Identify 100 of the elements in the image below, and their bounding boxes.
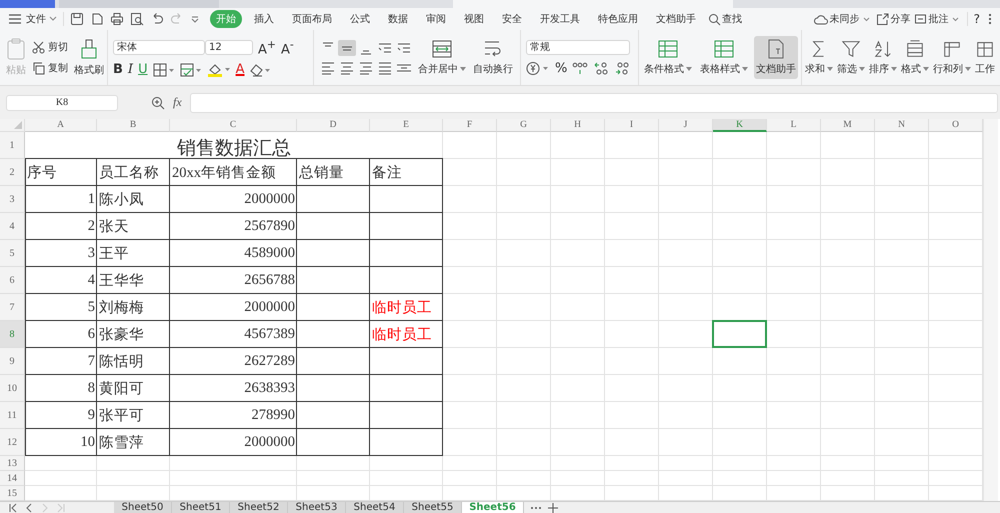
font-size-field[interactable]: 12: [205, 40, 253, 55]
shrink-font-button[interactable]: A$^{-}$: [280, 38, 294, 58]
row-header[interactable]: 15: [0, 486, 25, 501]
formula-input[interactable]: [190, 92, 998, 112]
add-sheet-icon[interactable]: [548, 502, 558, 512]
currency-icon[interactable]: [526, 60, 550, 76]
sheet-tab[interactable]: Sheet51: [172, 502, 230, 513]
cell-style-icon[interactable]: [180, 62, 202, 77]
sheet-tab[interactable]: Sheet56: [462, 502, 524, 513]
cell-cursor[interactable]: [712, 320, 767, 348]
number-format-field[interactable]: 常规: [526, 40, 630, 54]
row-header[interactable]: 4: [0, 213, 25, 240]
column-header[interactable]: B: [97, 119, 170, 132]
menu-tab[interactable]: 文档助手: [650, 10, 702, 28]
column-header[interactable]: D: [297, 119, 370, 132]
cloud-icon[interactable]: [814, 14, 828, 24]
previous-sheet-icon[interactable]: [24, 502, 34, 512]
row-header[interactable]: 13: [0, 456, 25, 471]
sheet-tab[interactable]: Sheet52: [230, 502, 288, 513]
caret-icon[interactable]: [952, 16, 959, 22]
row-header[interactable]: 1: [0, 132, 25, 159]
zoom-icon[interactable]: [151, 96, 165, 110]
align-icon[interactable]: [357, 60, 375, 76]
toolbar-button[interactable]: 文档助手: [754, 36, 798, 79]
scrollbar[interactable]: [983, 119, 998, 501]
search-button[interactable]: 查找: [722, 12, 742, 26]
copy-button[interactable]: 复制: [48, 61, 68, 75]
name-box[interactable]: K8: [6, 94, 118, 110]
search-icon[interactable]: [708, 12, 721, 26]
align-icon[interactable]: [338, 60, 356, 76]
format-painter-button[interactable]: 格式刷: [72, 35, 106, 80]
menu-tab[interactable]: 数据: [382, 10, 414, 28]
menu-icon[interactable]: [8, 14, 22, 24]
scissors-icon[interactable]: [32, 40, 45, 54]
sheet-tab[interactable]: Sheet53: [288, 502, 346, 513]
caret-icon[interactable]: [190, 14, 200, 24]
print-preview-icon[interactable]: [130, 12, 144, 26]
document-icon[interactable]: [90, 12, 104, 26]
menu-tab[interactable]: 开发工具: [534, 10, 586, 28]
menu-tab[interactable]: 插入: [248, 10, 280, 28]
toolbar-button[interactable]: 行和列: [932, 36, 972, 79]
menu-tab[interactable]: 公式: [344, 10, 376, 28]
bold-button[interactable]: B: [113, 62, 123, 78]
sync-button[interactable]: 未同步: [830, 12, 860, 26]
italic-button[interactable]: I: [128, 62, 134, 78]
row-header[interactable]: 5: [0, 240, 25, 267]
align-icon[interactable]: [376, 60, 394, 76]
align-icon[interactable]: [338, 40, 356, 56]
caret-icon[interactable]: [862, 16, 870, 22]
comment-button[interactable]: 批注: [928, 12, 949, 26]
column-header[interactable]: H: [551, 119, 605, 132]
function-button[interactable]: fx: [173, 95, 182, 110]
merge-button[interactable]: 合并居中: [416, 36, 468, 79]
grow-font-button[interactable]: A$^{+}$: [258, 38, 276, 58]
row-header[interactable]: 12: [0, 429, 25, 456]
row-header[interactable]: 6: [0, 267, 25, 294]
toolbar-button[interactable]: 工作: [974, 36, 996, 79]
column-header[interactable]: A: [25, 119, 97, 132]
thousands-icon[interactable]: [572, 60, 588, 76]
share-button[interactable]: 分享: [890, 12, 911, 26]
toolbar-button[interactable]: 表格样式: [698, 36, 750, 79]
menu-tab[interactable]: 特色应用: [592, 10, 644, 28]
menu-tab[interactable]: 页面布局: [286, 10, 338, 28]
row-header[interactable]: 7: [0, 294, 25, 321]
column-header[interactable]: C: [170, 119, 297, 132]
more-icon[interactable]: [988, 13, 992, 25]
toolbar-button[interactable]: 条件格式: [642, 36, 694, 79]
help-button[interactable]: ?: [966, 12, 980, 26]
print-icon[interactable]: [110, 12, 124, 26]
column-header[interactable]: L: [767, 119, 821, 132]
column-header[interactable]: F: [443, 119, 497, 132]
first-sheet-icon[interactable]: [8, 502, 18, 512]
file-menu[interactable]: 文件: [26, 12, 46, 26]
row-header[interactable]: 2: [0, 159, 25, 186]
menu-tab[interactable]: 视图: [458, 10, 490, 28]
comment-icon[interactable]: [914, 12, 927, 26]
column-header[interactable]: I: [605, 119, 659, 132]
sheet-tab[interactable]: Sheet55: [404, 502, 462, 513]
more-icon[interactable]: [530, 506, 542, 510]
column-header[interactable]: E: [370, 119, 443, 132]
row-header[interactable]: 9: [0, 348, 25, 375]
column-header[interactable]: M: [821, 119, 875, 132]
row-header[interactable]: 11: [0, 402, 25, 429]
row-header[interactable]: 14: [0, 471, 25, 486]
sheet-tab[interactable]: Sheet54: [346, 502, 404, 513]
align-icon[interactable]: [319, 60, 337, 76]
font-color-button[interactable]: A: [236, 62, 244, 78]
border-icon[interactable]: [152, 62, 175, 77]
fill-color-icon[interactable]: [206, 62, 231, 78]
increase-decimal-icon[interactable]: [593, 60, 610, 76]
menu-tab[interactable]: 安全: [496, 10, 528, 28]
row-header[interactable]: 3: [0, 186, 25, 213]
eraser-icon[interactable]: [249, 62, 272, 77]
copy-icon[interactable]: [32, 62, 45, 74]
column-header[interactable]: G: [497, 119, 551, 132]
save-icon[interactable]: [70, 12, 84, 26]
toolbar-button[interactable]: 筛选: [836, 36, 866, 79]
percent-button[interactable]: %: [555, 60, 568, 76]
row-header[interactable]: 10: [0, 375, 25, 402]
menu-tab[interactable]: 审阅: [420, 10, 452, 28]
